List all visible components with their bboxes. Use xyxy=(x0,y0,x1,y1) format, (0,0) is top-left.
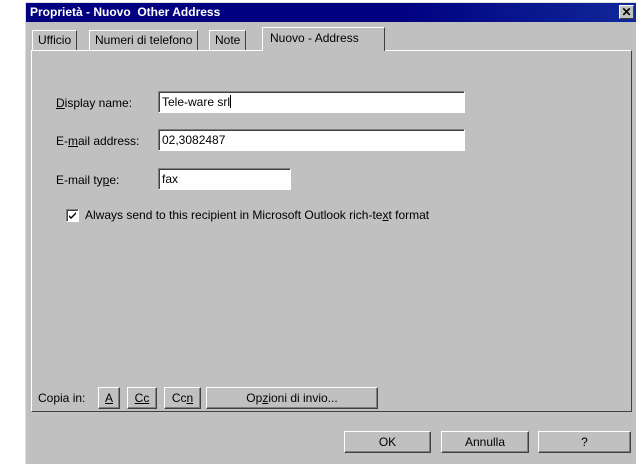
email-type-label: E-mail type: xyxy=(56,173,119,187)
display-name-field[interactable]: Tele-ware srl xyxy=(158,91,465,113)
title-bar[interactable]: Proprietà - Nuovo Other Address ✕ xyxy=(26,3,636,22)
tab-label: Numeri di telefono xyxy=(95,33,193,47)
properties-dialog: Proprietà - Nuovo Other Address ✕ Uffici… xyxy=(25,2,636,464)
cc-button[interactable]: Cc xyxy=(127,387,157,409)
email-type-label-prefix: E-mail ty xyxy=(56,173,103,187)
help-button-label: ? xyxy=(581,435,588,449)
ccn-label-prefix: Cc xyxy=(171,391,187,405)
send-options-button[interactable]: Opzioni di invio... xyxy=(206,387,378,409)
checkmark-icon xyxy=(69,212,76,219)
window-title: Proprietà - Nuovo Other Address xyxy=(30,5,221,19)
copy-in-label: Copia in: xyxy=(38,391,86,405)
tab-note[interactable]: Note xyxy=(209,30,247,50)
email-type-field[interactable]: fax xyxy=(158,168,291,190)
email-address-label-mnemonic: m xyxy=(68,134,78,148)
to-button[interactable]: A xyxy=(98,387,120,409)
cc-button-label: Cc xyxy=(134,391,150,405)
email-type-label-rest: e: xyxy=(109,173,120,187)
email-address-label: E-mail address: xyxy=(56,134,139,148)
tab-numeri-di-telefono[interactable]: Numeri di telefono xyxy=(89,30,199,50)
send-options-label: Opzioni di invio... xyxy=(246,391,337,405)
email-address-value: 02,3082487 xyxy=(162,133,226,147)
to-button-label: A xyxy=(104,391,113,405)
ccn-label-mnemonic: n xyxy=(186,391,194,405)
ok-button-label: OK xyxy=(378,435,397,449)
display-name-label-rest: isplay name: xyxy=(64,96,133,110)
help-button[interactable]: ? xyxy=(538,431,631,453)
send-options-label-prefix: Op xyxy=(246,391,263,405)
rich-text-label-prefix: Always send to this recipient in Microso… xyxy=(85,208,383,222)
display-name-value: Tele-ware srl xyxy=(162,95,231,109)
display-name-label: Display name: xyxy=(56,96,132,110)
text-caret xyxy=(230,95,232,108)
rich-text-checkbox-label[interactable]: Always send to this recipient in Microso… xyxy=(85,208,429,222)
cancel-button-label: Annulla xyxy=(464,435,506,449)
tab-label: Nuovo - Address xyxy=(270,31,359,45)
cancel-button[interactable]: Annulla xyxy=(441,431,529,453)
tab-label: Ufficio xyxy=(38,33,72,47)
send-options-label-rest: ioni di invio... xyxy=(268,391,338,405)
ok-button[interactable]: OK xyxy=(344,431,431,453)
email-address-label-rest: ail address: xyxy=(78,134,140,148)
email-address-label-prefix: E- xyxy=(56,134,68,148)
email-type-value: fax xyxy=(162,172,179,186)
rich-text-checkbox[interactable] xyxy=(66,209,79,222)
rich-text-label-rest: t format xyxy=(388,208,430,222)
close-button[interactable]: ✕ xyxy=(619,5,634,19)
tab-nuovo-address[interactable]: Nuovo - Address xyxy=(262,27,385,51)
ccn-button-label: Ccn xyxy=(172,391,193,405)
email-address-field[interactable]: 02,3082487 xyxy=(158,129,465,151)
tab-ufficio[interactable]: Ufficio xyxy=(32,30,78,50)
tab-label: Note xyxy=(215,33,241,47)
display-name-label-mnemonic: D xyxy=(56,96,65,110)
ccn-button[interactable]: Ccn xyxy=(164,387,201,409)
close-icon: ✕ xyxy=(621,5,632,19)
